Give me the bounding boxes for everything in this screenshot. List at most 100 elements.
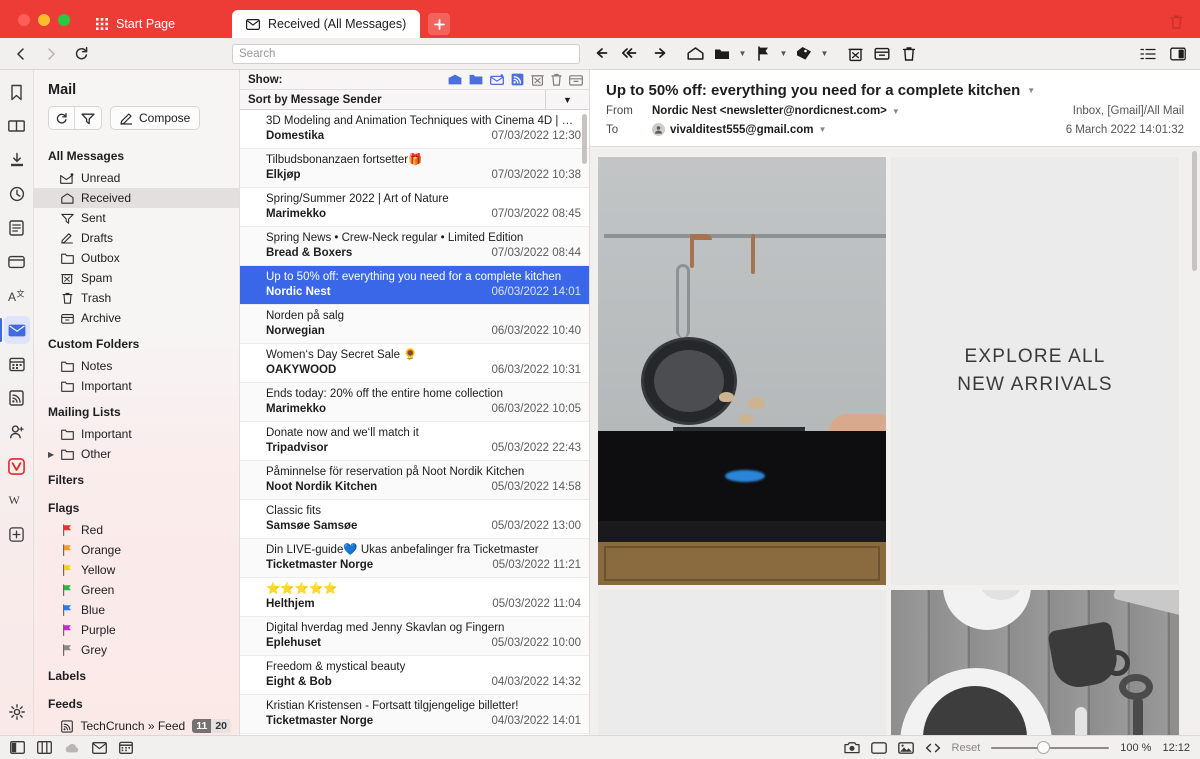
archive-filter-icon[interactable] (569, 74, 583, 86)
history-icon[interactable] (4, 180, 30, 208)
sidebar-item-notes[interactable]: Notes (34, 356, 239, 376)
settings-gear-icon[interactable] (4, 701, 30, 729)
notes-icon[interactable] (4, 214, 30, 242)
message-list-item[interactable]: 3D Modeling and Animation Techniques wit… (240, 110, 589, 149)
sidebar-item-purple[interactable]: Purple (34, 620, 239, 640)
wikipedia-icon[interactable]: W (4, 486, 30, 514)
message-list-item[interactable]: ⭐⭐⭐⭐⭐ Helthjem 05/03/2022 11:04 (240, 578, 589, 617)
sidebar-item-important[interactable]: Important (34, 376, 239, 396)
trash-filter-icon[interactable] (551, 73, 562, 86)
forward-arrow-icon[interactable] (38, 42, 64, 66)
move-to-folder-icon[interactable] (710, 42, 734, 66)
promo-panel[interactable]: EXPLORE ALL NEW ARRIVALS (891, 157, 1179, 585)
zoom-slider-knob[interactable] (1037, 741, 1051, 754)
capture-icon[interactable] (843, 741, 860, 754)
sort-row[interactable]: Sort by Message Sender ▼ (240, 89, 589, 110)
sidebar-item-techcrunch-feed[interactable]: TechCrunch » Feed 11 20 (34, 716, 239, 735)
maximize-window-button[interactable] (58, 14, 70, 26)
chevron-down-icon[interactable]: ▼ (819, 125, 827, 134)
zoom-reset-button[interactable]: Reset (952, 742, 981, 754)
chevron-down-icon[interactable]: ▼ (778, 42, 789, 66)
reading-list-icon[interactable] (4, 112, 30, 140)
sidebar-item-unread[interactable]: Unread (34, 168, 239, 188)
mail-status-icon[interactable] (92, 741, 107, 754)
panel-toggle-icon[interactable] (10, 741, 25, 754)
filter-icon[interactable] (75, 107, 101, 129)
vivaldi-logo-icon[interactable] (4, 452, 30, 480)
sidebar-item-blue[interactable]: Blue (34, 600, 239, 620)
message-list-item[interactable]: Spring/Summer 2022 | Art of Nature Marime… (240, 188, 589, 227)
bookmarks-icon[interactable] (4, 78, 30, 106)
tab-start-page[interactable]: Start Page (82, 10, 232, 38)
sidebar-item-other[interactable]: ▶ Other (34, 444, 239, 464)
message-list-scrollbar[interactable] (582, 114, 587, 164)
message-list-item[interactable]: Kristian Kristensen - Fortsatt tilgjenge… (240, 695, 589, 734)
unread-filter-icon[interactable] (448, 74, 462, 85)
search-input[interactable]: Search (232, 43, 580, 64)
message-list-item[interactable]: Norden på salg Norwegian 06/03/2022 10:40 (240, 305, 589, 344)
tab-received-all-messages[interactable]: Received (All Messages) (232, 10, 421, 38)
sidebar-item-green[interactable]: Green (34, 580, 239, 600)
compose-button[interactable]: Compose (110, 106, 201, 130)
sidebar-item-trash[interactable]: Trash (34, 288, 239, 308)
chevron-down-icon[interactable]: ▼ (892, 107, 900, 116)
mail-icon[interactable] (0, 316, 30, 344)
flag-icon[interactable] (751, 42, 775, 66)
translate-icon[interactable]: A文 (4, 282, 30, 310)
reply-icon[interactable] (592, 42, 616, 66)
minimize-window-button[interactable] (38, 14, 50, 26)
sidebar-item-important[interactable]: Important (34, 424, 239, 444)
from-value-wrap[interactable]: Nordic Nest <newsletter@nordicnest.com> … (652, 105, 900, 117)
to-value-wrap[interactable]: vivalditest555@gmail.com ▼ (652, 123, 826, 136)
chevron-down-icon[interactable]: ▼ (1027, 86, 1035, 95)
tableware-image[interactable] (891, 590, 1179, 735)
message-list-item[interactable]: Up to 50% off: everything you need for a… (240, 266, 589, 305)
sidebar-item-outbox[interactable]: Outbox (34, 248, 239, 268)
sidebar-item-sent[interactable]: Sent (34, 208, 239, 228)
message-list-item[interactable]: Freedom & mystical beauty Eight & Bob 04/0… (240, 656, 589, 695)
forward-icon[interactable] (646, 42, 670, 66)
message-list-item[interactable]: Tilbudsbonanzaen fortsetter🎁 Elkjøp 07/03/… (240, 149, 589, 188)
panel-toggle-icon[interactable] (1166, 42, 1190, 66)
spam-filter-icon[interactable] (531, 73, 544, 86)
chevron-down-icon[interactable]: ▼ (737, 42, 748, 66)
label-icon[interactable] (792, 42, 816, 66)
message-list-item[interactable]: Classic fits Samsøe Samsøe 05/03/2022 13:0… (240, 500, 589, 539)
new-tab-button[interactable] (428, 13, 451, 35)
back-arrow-icon[interactable] (8, 42, 34, 66)
tab-tiling-icon[interactable] (37, 741, 52, 754)
message-list-item[interactable]: Påminnelse för reservation på Noot Nordi… (240, 461, 589, 500)
message-list-item[interactable]: Digital hverdag med Jenny Skavlan og Fin… (240, 617, 589, 656)
message-list-item[interactable]: Spring News • Crew-Neck regular • Limite… (240, 227, 589, 266)
sidebar-item-orange[interactable]: Orange (34, 540, 239, 560)
images-toggle-icon[interactable] (897, 741, 914, 754)
message-list-item[interactable]: Women‘s Day Secret Sale 🌻 OAKYWOOD 06/03/2… (240, 344, 589, 383)
feed-filter-icon[interactable] (511, 73, 524, 86)
sidebar-item-received[interactable]: Received (34, 188, 239, 208)
refresh-icon[interactable] (49, 107, 75, 129)
mail-filter-icon[interactable] (490, 74, 504, 85)
reader-scrollbar[interactable] (1192, 151, 1197, 271)
sidebar-item-red[interactable]: Red (34, 520, 239, 540)
delete-icon[interactable] (897, 42, 921, 66)
sidebar-item-archive[interactable]: Archive (34, 308, 239, 328)
feeds-icon[interactable] (4, 384, 30, 412)
page-actions-icon[interactable] (870, 741, 887, 754)
contacts-icon[interactable] (4, 418, 30, 446)
trash-icon[interactable] (1169, 14, 1184, 30)
sidebar-item-yellow[interactable]: Yellow (34, 560, 239, 580)
message-list-item[interactable]: Donate now and we‘ll match it Tripadvisor… (240, 422, 589, 461)
archive-icon[interactable] (870, 42, 894, 66)
placeholder-panel[interactable] (598, 590, 886, 735)
downloads-icon[interactable] (4, 146, 30, 174)
chevron-down-icon[interactable]: ▼ (819, 42, 830, 66)
list-settings-icon[interactable] (1136, 42, 1160, 66)
sidebar-item-spam[interactable]: Spam (34, 268, 239, 288)
developer-tools-icon[interactable] (925, 742, 941, 754)
hero-image[interactable] (598, 157, 886, 585)
calendar-icon[interactable] (4, 350, 30, 378)
sync-cloud-icon[interactable] (64, 742, 80, 754)
calendar-status-icon[interactable] (119, 741, 133, 754)
sidebar-item-grey[interactable]: Grey (34, 640, 239, 660)
folder-filter-icon[interactable] (469, 74, 483, 85)
